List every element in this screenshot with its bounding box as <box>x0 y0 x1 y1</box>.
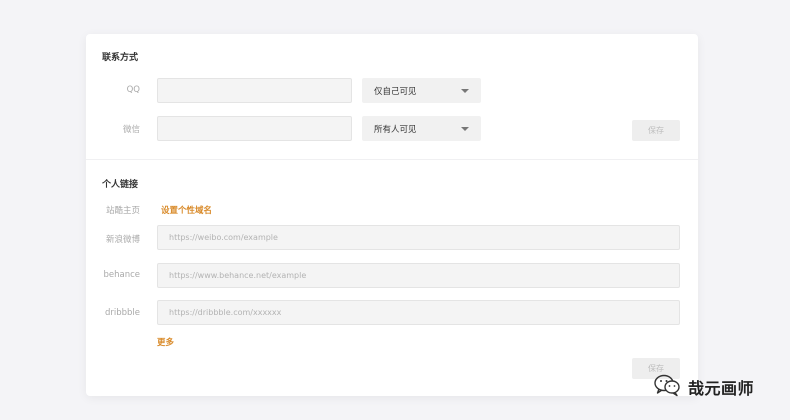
behance-input[interactable] <box>157 263 680 288</box>
wechat-input[interactable] <box>157 116 352 141</box>
qq-visibility-select[interactable]: 仅自己可见 <box>362 78 481 103</box>
wechat-icon <box>652 373 682 401</box>
behance-label: behance <box>103 270 140 280</box>
wechat-label: 微信 <box>122 125 140 135</box>
weibo-label: 新浪微博 <box>105 235 140 245</box>
watermark-text: 哉元画师 <box>688 379 755 398</box>
qq-visibility-value: 仅自己可见 <box>374 86 417 97</box>
section-divider <box>86 159 698 160</box>
qq-input[interactable] <box>157 78 352 103</box>
weibo-input[interactable] <box>157 225 680 250</box>
wechat-visibility-select[interactable]: 所有人可见 <box>362 116 481 141</box>
more-links-button[interactable]: 更多 <box>157 336 174 348</box>
chevron-down-icon <box>461 126 469 131</box>
links-section-title: 个人链接 <box>102 180 139 190</box>
watermark: 哉元画师 <box>652 373 754 401</box>
dribbble-label: dribbble <box>104 308 140 318</box>
settings-card: 联系方式 QQ 仅自己可见 微信 所有人可见 保存 个人链接 站酷主页 设置个性… <box>86 34 698 396</box>
dribbble-input[interactable] <box>157 300 680 325</box>
set-custom-domain-link[interactable]: 设置个性域名 <box>161 204 212 216</box>
chevron-down-icon <box>461 88 469 93</box>
contact-save-button[interactable]: 保存 <box>632 120 680 141</box>
qq-label: QQ <box>126 85 140 95</box>
homepage-label: 站酷主页 <box>105 206 140 216</box>
wechat-visibility-value: 所有人可见 <box>374 124 417 135</box>
contact-section-title: 联系方式 <box>102 53 139 63</box>
